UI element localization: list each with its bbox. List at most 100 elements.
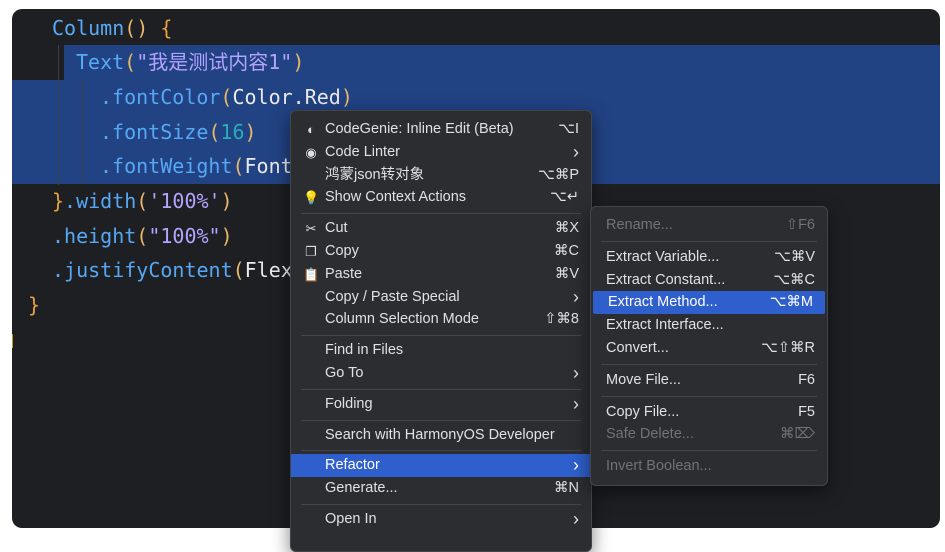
- menu-item-label: Extract Constant...: [606, 271, 726, 288]
- menu-item-label: Find in Files: [325, 342, 404, 359]
- menu-item-paste[interactable]: 📋 Paste ⌘V: [291, 263, 591, 286]
- menu-item-refactor[interactable]: Refactor ›: [291, 454, 591, 478]
- menu-item-label: Code Linter: [325, 143, 400, 160]
- menu-item-shortcut: ⌥⌘P: [538, 166, 579, 183]
- code-token: (: [208, 120, 221, 144]
- menu-separator: [301, 213, 581, 215]
- chevron-right-icon: ›: [573, 363, 579, 383]
- code-line[interactable]: }.width('100%'): [52, 184, 233, 218]
- menu-separator: [301, 504, 581, 505]
- menu-item-label: Search with HarmonyOS Developer: [325, 426, 555, 443]
- menu-item-label: Go To: [325, 365, 364, 381]
- code-token: {: [160, 16, 173, 40]
- code-line[interactable]: .fontSize(16): [100, 115, 257, 149]
- menu-item-shortcut: ⌘N: [554, 480, 579, 497]
- code-token: Column: [52, 16, 125, 40]
- menu-item-shortcut: ⌥⇧⌘R: [761, 340, 815, 356]
- clipboard-icon: 📋: [303, 266, 320, 282]
- menu-item-convert[interactable]: Convert... ⌥⇧⌘R: [591, 337, 827, 360]
- menu-separator: [601, 363, 817, 365]
- menu-item-shortcut: ⌥⌘M: [769, 294, 813, 311]
- menu-item-shortcut: ⇧F6: [785, 217, 815, 233]
- code-token: ): [244, 120, 257, 144]
- context-menu: ◐ CodeGenie: Inline Edit (Beta) ⌥I ◉ Code Li…: [290, 110, 592, 552]
- code-line[interactable]: Column() {: [52, 11, 172, 45]
- menu-separator: [301, 450, 581, 452]
- code-token: '100%': [148, 189, 221, 213]
- menu-item-extract-method[interactable]: Extract Method... ⌥⌘M: [593, 291, 825, 315]
- menu-separator: [301, 419, 581, 421]
- menu-item-rename: Rename... ⇧F6: [591, 214, 827, 237]
- menu-item-codegenie-inline-edit-beta[interactable]: ◐ CodeGenie: Inline Edit (Beta) ⌥I: [291, 118, 591, 141]
- menu-item-extract-constant[interactable]: Extract Constant... ⌥⌘C: [591, 269, 827, 292]
- menu-item-code-linter[interactable]: ◉ Code Linter ›: [291, 141, 591, 164]
- menu-item-shortcut: ⌥⌘C: [773, 271, 815, 288]
- codegenie-icon: ◐: [307, 122, 315, 137]
- menu-separator: [601, 240, 817, 242]
- code-token: "我是测试内容1": [136, 50, 293, 74]
- menu-item-open-in[interactable]: Open In ›: [291, 508, 591, 531]
- menu-item-label: Open In: [325, 511, 377, 527]
- code-token: Text: [76, 50, 125, 74]
- menu-item-find-in-files[interactable]: Find in Files: [291, 339, 591, 362]
- code-token: ): [220, 189, 233, 213]
- menu-item-folding[interactable]: Folding ›: [291, 393, 591, 416]
- menu-item-label: CodeGenie: Inline Edit (Beta): [325, 121, 514, 137]
- code-line[interactable]: }: [28, 288, 40, 322]
- code-token: ): [340, 85, 353, 109]
- code-line[interactable]: .justifyContent(Flex: [52, 253, 293, 287]
- code-token: }: [28, 293, 41, 317]
- menu-item-generate[interactable]: Generate... ⌘N: [291, 477, 591, 500]
- menu-item-label: Safe Delete...: [606, 426, 694, 443]
- code-token: Color.Red: [232, 85, 341, 109]
- code-token: ): [292, 50, 305, 74]
- code-line[interactable]: .fontWeight(Font: [100, 149, 293, 183]
- menu-item-move-file[interactable]: Move File... F6: [591, 369, 827, 392]
- code-line[interactable]: .height("100%"): [52, 219, 233, 253]
- code-token: .fontColor: [100, 85, 221, 109]
- chevron-right-icon: ›: [573, 141, 579, 162]
- indent-guide: [58, 45, 59, 185]
- menu-item-cut[interactable]: ✂ Cut ⌘X: [291, 217, 591, 240]
- menu-item-label: Move File...: [606, 371, 681, 388]
- menu-item-go-to[interactable]: Go To ›: [291, 362, 591, 385]
- code-token: "100%": [148, 224, 221, 248]
- menu-item-label: Show Context Actions: [325, 189, 467, 206]
- chevron-right-icon: ›: [573, 286, 579, 307]
- menu-item-label: Generate...: [325, 480, 398, 497]
- code-token: Font: [244, 154, 293, 178]
- menu-item-extract-variable[interactable]: Extract Variable... ⌥⌘V: [591, 246, 827, 269]
- menu-item-shortcut: ⇧⌘8: [544, 311, 579, 328]
- code-line[interactable]: Text("我是测试内容1"): [76, 45, 304, 79]
- menu-item-label: Convert...: [606, 340, 669, 356]
- code-token: .justifyContent: [52, 258, 233, 282]
- menu-item-extract-interface[interactable]: Extract Interface...: [591, 314, 827, 337]
- menu-item-label: Folding: [325, 395, 373, 412]
- menu-item-shortcut: ⌘V: [554, 265, 579, 282]
- chevron-right-icon: ›: [573, 509, 579, 529]
- menu-item-column-selection-mode[interactable]: Column Selection Mode ⇧⌘8: [291, 308, 591, 331]
- menu-item-copy-paste-special[interactable]: Copy / Paste Special ›: [291, 286, 591, 309]
- menu-item-label: Paste: [325, 265, 363, 282]
- menu-item-copy-file[interactable]: Copy File... F5: [591, 401, 827, 424]
- menu-separator: [601, 450, 817, 452]
- menu-item-search-with-harmonyos-developer[interactable]: Search with HarmonyOS Developer: [291, 424, 591, 447]
- code-line[interactable]: .fontColor(Color.Red): [100, 80, 353, 114]
- menu-separator: [301, 388, 581, 390]
- menu-item-show-context-actions[interactable]: 💡 Show Context Actions ⌥↵: [291, 186, 591, 209]
- menu-item-shortcut: F6: [798, 371, 815, 388]
- menu-separator: [601, 395, 817, 397]
- code-token: ): [220, 224, 233, 248]
- menu-item-copy[interactable]: ❐ Copy ⌘C: [291, 240, 591, 263]
- code-token: .height: [52, 224, 137, 248]
- menu-item-label: Column Selection Mode: [325, 311, 479, 328]
- menu-item-json[interactable]: 鸿蒙json转对象 ⌥⌘P: [291, 164, 591, 187]
- code-token: 16: [220, 120, 245, 144]
- menu-separator: [301, 335, 581, 337]
- menu-item-shortcut: ⌥⌘V: [774, 248, 815, 265]
- code-token: }: [52, 189, 65, 213]
- code-token: .fontWeight: [100, 154, 233, 178]
- menu-item-label: Copy / Paste Special: [325, 288, 460, 305]
- scissors-icon: ✂: [305, 221, 317, 237]
